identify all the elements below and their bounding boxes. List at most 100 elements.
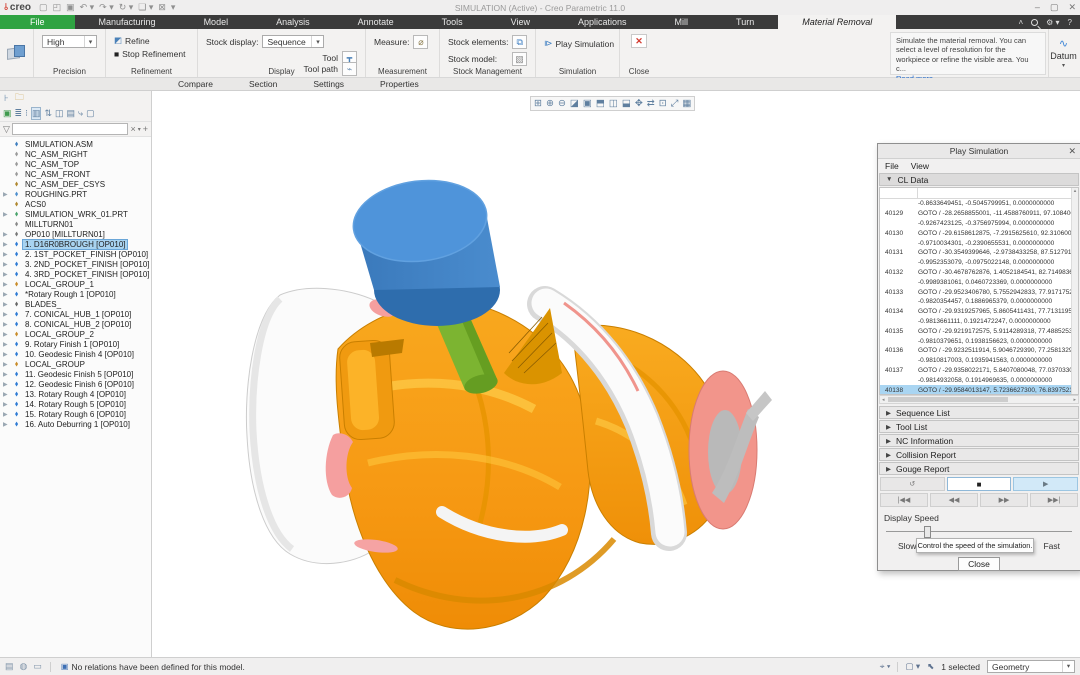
new-icon[interactable]: ▢: [39, 2, 48, 13]
cl-data-row[interactable]: 40135 GOTO / -29.9219172575, 5.911428931…: [880, 326, 1078, 336]
clear-filter-icon[interactable]: ×: [130, 124, 135, 134]
browser-toggle-icon[interactable]: ◍: [20, 661, 28, 672]
stop-refinement-button[interactable]: ■Stop Refinement: [114, 49, 189, 59]
columns-icon[interactable]: ▥: [31, 107, 42, 120]
datum-button[interactable]: ∿ Datum ▾: [1048, 29, 1078, 77]
zoom-out-icon[interactable]: ⊖: [558, 98, 566, 109]
customize-icon[interactable]: ▾: [171, 2, 176, 13]
undo-icon[interactable]: ↶ ▾: [80, 2, 95, 13]
tree-item[interactable]: ⬧ NC_ASM_DEF_CSYS: [0, 179, 151, 189]
stock-elements-button[interactable]: ⧉: [512, 35, 527, 49]
selection-filter-dropdown[interactable]: Geometry▾: [987, 660, 1075, 673]
secondary-tab[interactable]: Settings: [295, 78, 362, 90]
gear-icon[interactable]: ⚙ ▾: [1046, 18, 1059, 27]
close-window-icon[interactable]: ⊠: [158, 2, 166, 13]
tree-item[interactable]: ▶ ⬧ 8. CONICAL_HUB_2 [OP010]: [0, 319, 151, 329]
cl-data-row[interactable]: -0.9820354457, 0.1886965379, 0.000000000…: [880, 297, 1078, 307]
step-back-button[interactable]: ◀◀: [930, 493, 978, 507]
list-icon[interactable]: ⁝: [25, 108, 28, 119]
fullscreen-toggle-icon[interactable]: ▭: [33, 661, 42, 672]
tree-item[interactable]: ⬧ NC_ASM_RIGHT: [0, 149, 151, 159]
ribbon-tab[interactable]: Applications: [554, 15, 651, 29]
tree-item[interactable]: ▶ ⬧ 2. 1ST_POCKET_FINISH [OP010]: [0, 249, 151, 259]
cl-data-row[interactable]: -0.9814932058, 0.1914969635, 0.000000000…: [880, 375, 1078, 385]
refine-button[interactable]: ◩Refine: [114, 35, 189, 46]
regenerate-icon[interactable]: ↻ ▾: [119, 2, 134, 13]
display-speed-slider[interactable]: [884, 526, 1074, 538]
slider-handle[interactable]: [924, 526, 931, 538]
skip-start-button[interactable]: |◀◀: [880, 493, 928, 507]
ribbon-tab[interactable]: Model: [180, 15, 253, 29]
restart-button[interactable]: ↺: [880, 477, 945, 491]
ribbon-tab[interactable]: Mill: [651, 15, 713, 29]
tree-item[interactable]: ▶ ⬧ 3. 2ND_POCKET_FINISH [OP010]: [0, 259, 151, 269]
display-style-icon[interactable]: ⬓: [622, 98, 631, 109]
search-icon[interactable]: [1031, 19, 1038, 26]
cl-data-row[interactable]: 40131 GOTO / -30.3549399646, -2.97384332…: [880, 248, 1078, 258]
tab-file[interactable]: File: [0, 15, 75, 29]
cl-vertical-scrollbar[interactable]: ▴: [1071, 188, 1078, 394]
precision-dropdown[interactable]: High▾: [42, 35, 97, 48]
tree-item[interactable]: ▶ ⬧ 16. Auto Deburring 1 [OP010]: [0, 419, 151, 429]
tree-item[interactable]: ▶ ⬧ 7. CONICAL_HUB_1 [OP010]: [0, 309, 151, 319]
cl-data-row[interactable]: 40137 GOTO / -29.9358022171, 5.840708004…: [880, 366, 1078, 376]
tree-item[interactable]: ▶ ⬧ *Rotary Rough 1 [OP010]: [0, 289, 151, 299]
cl-data-row[interactable]: -0.9810817003, 0.1935941563, 0.000000000…: [880, 356, 1078, 366]
find-icon[interactable]: ⌖ ▾: [880, 661, 891, 672]
tree-item[interactable]: ⬧ NC_ASM_FRONT: [0, 169, 151, 179]
open-icon[interactable]: ◰: [53, 2, 62, 13]
cl-data-row[interactable]: -0.9267423125, -0.3756975994, 0.00000000…: [880, 219, 1078, 229]
close-button[interactable]: ✕: [1068, 2, 1076, 13]
select-arrow-icon[interactable]: ⬉: [927, 661, 934, 672]
ribbon-tab[interactable]: Manufacturing: [75, 15, 180, 29]
zoom-in-icon[interactable]: ⊕: [546, 98, 554, 109]
save-icon[interactable]: ▣: [66, 2, 75, 13]
dialog-menu-item[interactable]: File: [885, 161, 899, 171]
layers-icon[interactable]: ▤: [67, 108, 76, 119]
tree-item[interactable]: ▶ ⬧ 10. Geodesic Finish 4 [OP010]: [0, 349, 151, 359]
cl-data-row[interactable]: 40129 GOTO / -28.2658855001, -11.4588760…: [880, 209, 1078, 219]
filter-dropdown-icon[interactable]: ▾: [138, 126, 141, 133]
step-forward-button[interactable]: ▶▶: [980, 493, 1028, 507]
dialog-title-bar[interactable]: Play Simulation ✕: [878, 144, 1080, 159]
cl-data-row[interactable]: -0.8633649451, -0.5045799951, 0.00000000…: [880, 199, 1078, 209]
cl-horizontal-scrollbar[interactable]: ◂▸: [879, 395, 1079, 404]
cl-data-row[interactable]: 40136 GOTO / -29.9232511914, 5.904672939…: [880, 346, 1078, 356]
ribbon-tab[interactable]: Turn: [712, 15, 778, 29]
sort-icon[interactable]: ⇅: [44, 108, 52, 119]
tree-item[interactable]: ⬧ ACS0: [0, 199, 151, 209]
model-tree-tab-icon[interactable]: ⊦: [4, 93, 9, 104]
redo-icon[interactable]: ↷ ▾: [99, 2, 114, 13]
dialog-menu-item[interactable]: View: [911, 161, 929, 171]
dialog-section-header[interactable]: ▶Gouge Report: [879, 462, 1079, 475]
stock-display-dropdown[interactable]: Sequence▾: [262, 35, 324, 48]
minimize-ribbon-icon[interactable]: ˄: [1018, 18, 1023, 27]
cl-data-row[interactable]: 40138 GOTO / -29.9584013147, 5.723662730…: [880, 385, 1078, 395]
refit-icon[interactable]: ⊞: [534, 98, 542, 109]
dialog-section-header[interactable]: ▶Tool List: [879, 420, 1079, 433]
cl-data-row[interactable]: -0.9989381061, 0.0460723369, 0.000000000…: [880, 277, 1078, 287]
appearance-icon[interactable]: ▦: [682, 98, 691, 109]
annotation-display-icon[interactable]: ⇄: [647, 98, 655, 109]
tree-item[interactable]: ▶ ⬧ 12. Geodesic Finish 6 [OP010]: [0, 379, 151, 389]
folder-browser-tab-icon[interactable]: 🗀: [15, 91, 24, 106]
help-icon[interactable]: ?: [1068, 18, 1072, 27]
play-button[interactable]: ▶: [1013, 477, 1078, 491]
view-manager-icon[interactable]: ◫: [609, 98, 618, 109]
stop-button[interactable]: ■: [947, 477, 1012, 491]
minimize-button[interactable]: –: [1035, 2, 1040, 13]
cl-data-row[interactable]: -0.9952353079, -0.0975022148, 0.00000000…: [880, 258, 1078, 268]
shade-icon[interactable]: ▣: [583, 98, 592, 109]
restore-button[interactable]: ▢: [1050, 2, 1059, 13]
spin-center-icon[interactable]: ⊡: [659, 98, 667, 109]
tree-item[interactable]: ▶ ⬧ 1. D16R0BROUGH [OP010]: [0, 239, 151, 249]
stock-model-button[interactable]: ▧: [512, 52, 527, 66]
tree-item[interactable]: ▶ ⬧ OP010 [MILLTURN01]: [0, 229, 151, 239]
model-tree-toggle-icon[interactable]: ▤: [5, 661, 14, 672]
tool-path-display-button[interactable]: ⌁: [342, 62, 357, 76]
secondary-tab[interactable]: Properties: [362, 78, 437, 90]
cl-data-row[interactable]: 40133 GOTO / -29.9523406780, 5.755294283…: [880, 287, 1078, 297]
select-box-icon[interactable]: ▢ ▾: [905, 661, 920, 672]
secondary-tab[interactable]: Compare: [160, 78, 231, 90]
dialog-section-header[interactable]: ▶NC Information: [879, 434, 1079, 447]
